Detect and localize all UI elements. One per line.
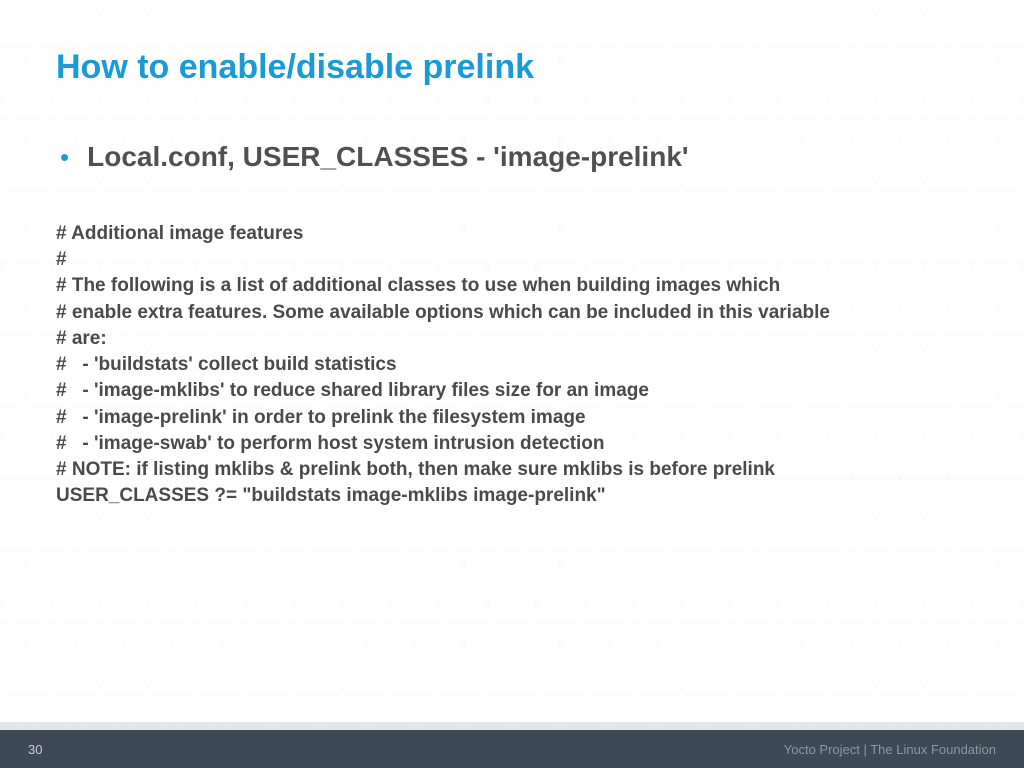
footer-bar: 30 Yocto Project | The Linux Foundation bbox=[0, 730, 1024, 768]
code-block: # Additional image features # # The foll… bbox=[56, 221, 968, 509]
bullet-icon: • bbox=[60, 144, 69, 170]
footer-divider bbox=[0, 722, 1024, 730]
slide-title: How to enable/disable prelink bbox=[56, 48, 968, 87]
bullet-text: Local.conf, USER_CLASSES - 'image-prelin… bbox=[87, 141, 688, 173]
footer-attribution: Yocto Project | The Linux Foundation bbox=[784, 742, 996, 757]
slide-content: How to enable/disable prelink • Local.co… bbox=[0, 0, 1024, 509]
bullet-item: • Local.conf, USER_CLASSES - 'image-prel… bbox=[56, 141, 968, 173]
slide: How to enable/disable prelink • Local.co… bbox=[0, 0, 1024, 768]
page-number: 30 bbox=[28, 742, 42, 757]
